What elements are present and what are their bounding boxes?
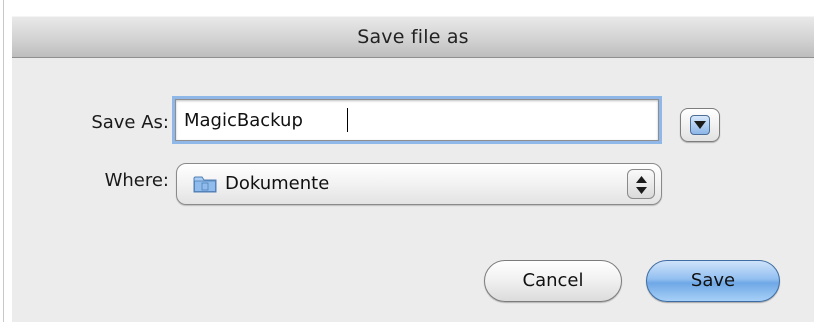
disclosure-triangle-icon <box>690 115 710 135</box>
where-label: Where: <box>104 170 169 191</box>
expand-dialog-button[interactable] <box>680 108 720 142</box>
save-as-input[interactable] <box>175 99 659 141</box>
window-edge <box>0 0 4 322</box>
cancel-button[interactable]: Cancel <box>484 260 622 302</box>
folder-icon <box>193 176 217 193</box>
dialog-title: Save file as <box>357 26 469 48</box>
text-caret <box>347 108 348 132</box>
where-popup[interactable]: Dokumente <box>176 163 662 205</box>
where-value: Dokumente <box>225 173 330 194</box>
save-button[interactable]: Save <box>646 260 780 302</box>
save-as-label: Save As: <box>91 112 169 133</box>
popup-stepper-icon <box>627 169 655 199</box>
screenshot-page: Save file as Save As: Where: Dokumente C… <box>0 0 814 322</box>
dialog-titlebar: Save file as <box>12 16 814 58</box>
